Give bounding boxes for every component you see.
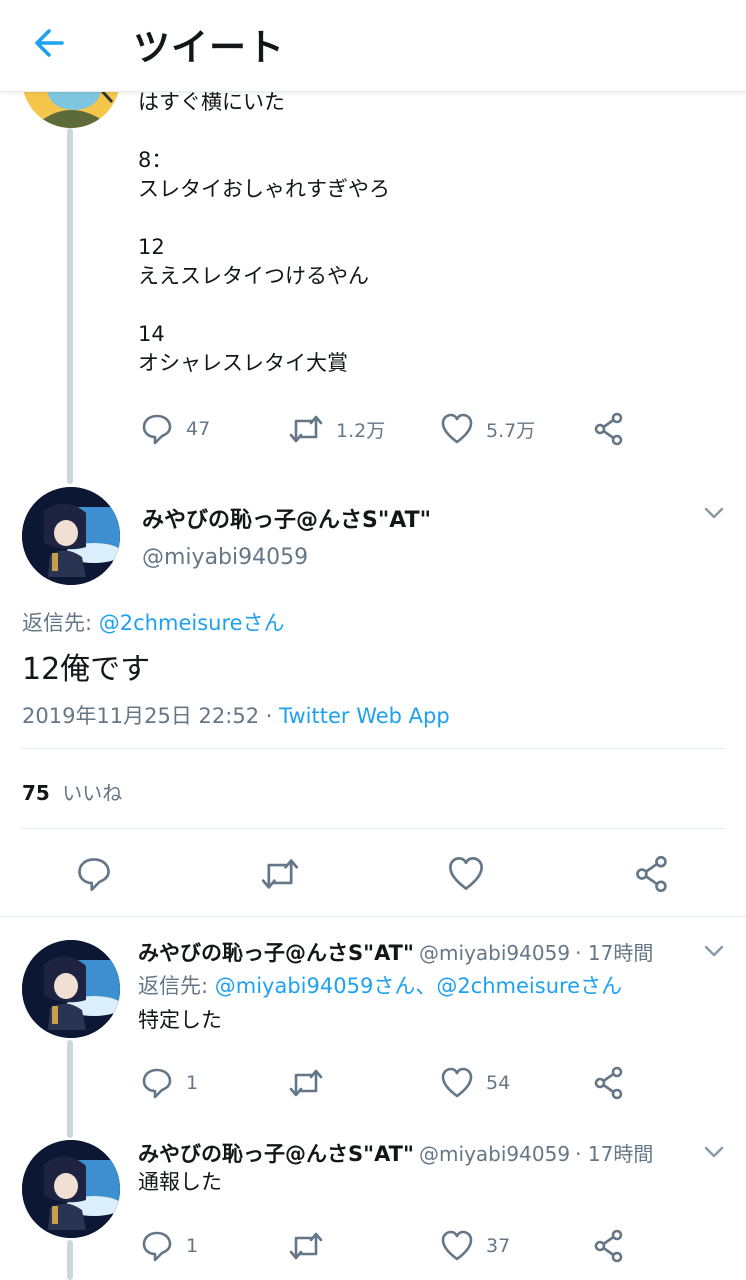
source-link[interactable]: Twitter Web App [279,704,450,728]
author-handle[interactable]: @miyabi94059 [419,941,570,965]
divider [22,748,724,749]
reply-header: みやびの恥っ子@んさS"AT" @miyabi94059 · 17時間 [138,1138,653,1168]
divider [22,828,724,829]
reply-count: 1 [186,1235,199,1257]
avatar-image [22,487,120,585]
retweet-count: 1.2万 [336,419,386,442]
tweet-time: · 17時間 [575,941,654,965]
reply-count: 47 [186,418,211,440]
reply-context: 返信先: @miyabi94059さん、@2chmeisureさん [138,970,622,1000]
retweet-button[interactable] [288,1066,324,1100]
heart-icon [449,857,483,890]
like-button[interactable]: 37 [440,1229,510,1263]
share-icon [593,1066,625,1100]
share-button[interactable] [634,855,670,897]
author-name[interactable]: みやびの恥っ子@んさS"AT" [138,1142,414,1166]
retweet-button[interactable]: 1.2万 [288,412,385,446]
retweet-button[interactable] [288,1229,324,1263]
like-button[interactable]: 54 [440,1066,510,1100]
author-name[interactable]: みやびの恥っ子@んさS"AT" [142,502,431,534]
back-button[interactable] [28,20,74,66]
tweet-line: スレタイおしゃれすぎやろ [138,177,390,201]
reply-context: 返信先: @2chmeisureさん [22,607,285,637]
timestamp: 2019年11月25日 22:52 [22,704,260,728]
avatar[interactable] [22,487,120,585]
meta-separator: · [265,704,273,728]
reply-prefix: 返信先: [138,974,209,998]
reply-to-link[interactable]: @miyabi94059さん、@2chmeisureさん [215,974,622,998]
reply-header: みやびの恥っ子@んさS"AT" @miyabi94059 · 17時間 [138,937,653,967]
like-count: 5.7万 [486,419,536,442]
avatar[interactable] [22,1140,120,1238]
tweet-text: はすぐ横にいた 8： スレタイおしゃれすぎやろ 12 ええスレタイつけるやん 1… [138,88,718,378]
tweet-line: 14 [138,322,165,346]
retweet-icon [261,859,299,889]
like-button[interactable] [447,855,485,897]
retweet-button[interactable] [259,855,301,897]
share-button[interactable] [593,1229,625,1263]
divider [0,916,746,917]
heart-icon [440,1229,474,1263]
avatar-image [22,940,120,1038]
tweet-line: はすぐ横にいた [138,90,285,114]
share-icon [593,1229,625,1263]
likes-count: 75 [22,781,50,805]
thread-line [67,128,73,484]
retweet-icon [288,412,324,446]
likes-label: いいね [62,781,123,805]
chevron-down-icon[interactable] [702,1143,726,1165]
retweet-icon [288,1229,324,1263]
top-bar: ツイート [0,0,746,92]
like-button[interactable]: 5.7万 [440,412,535,446]
heart-icon [440,1066,474,1100]
author-name[interactable]: みやびの恥っ子@んさS"AT" [138,941,414,965]
retweet-icon [288,1066,324,1100]
reply-icon [78,858,110,891]
reply-icon [140,1066,174,1100]
page-title: ツイート [133,26,285,69]
main-tweet-text: 12俺です [22,652,151,687]
reply-button[interactable]: 1 [140,1066,198,1100]
heart-icon [440,412,474,446]
tweet-line: 8： [138,148,173,172]
like-count: 54 [486,1072,511,1094]
tweet-line: ええスレタイつけるやん [138,264,369,288]
tweet-time: · 17時間 [575,1142,654,1166]
reply-button[interactable] [75,855,113,897]
chevron-down-icon[interactable] [702,942,726,964]
tweet-line: オシャレスレタイ大賞 [138,351,348,375]
tweet-meta: 2019年11月25日 22:52 · Twitter Web App [22,700,450,730]
share-button[interactable] [593,1066,625,1100]
reply-icon [140,412,174,446]
reply-count: 1 [186,1072,199,1094]
reply-prefix: 返信先: [22,611,93,635]
avatar[interactable] [22,940,120,1038]
chevron-down-icon[interactable] [702,504,726,526]
tweet-line: 12 [138,235,165,259]
thread-line [67,1240,73,1280]
share-icon [636,855,667,893]
thread-line [67,1040,73,1138]
share-button[interactable] [593,412,625,446]
author-handle[interactable]: @miyabi94059 [142,545,308,570]
likes-summary[interactable]: 75 いいね [22,777,122,806]
tweet-text: 特定した [138,1008,222,1032]
reply-to-link[interactable]: @2chmeisureさん [99,611,285,635]
reply-button[interactable]: 47 [140,412,210,446]
like-count: 37 [486,1235,511,1257]
tweet-text: 通報した [138,1170,222,1194]
avatar-image [22,1140,120,1238]
author-handle[interactable]: @miyabi94059 [419,1142,570,1166]
share-icon [593,412,625,446]
reply-icon [140,1229,174,1263]
reply-button[interactable]: 1 [140,1229,198,1263]
arrow-left-icon [35,29,64,57]
